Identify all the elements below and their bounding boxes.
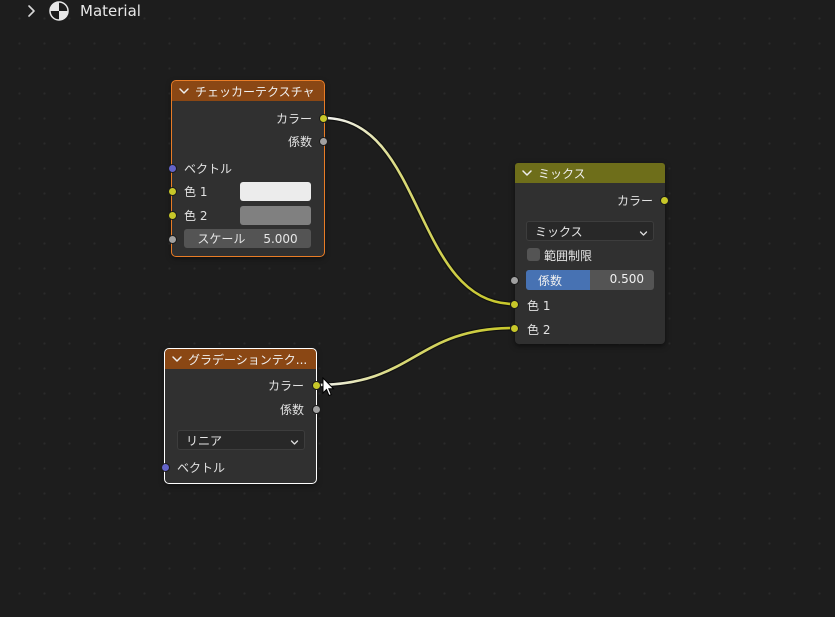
scale-label: スケール xyxy=(197,232,246,246)
input-color1-socket[interactable] xyxy=(168,187,177,196)
checker-texture-node[interactable]: チェッカーテクスチャ カラー 係数 ベクトル 色 1 色 2 スケール 5.00… xyxy=(168,80,328,257)
input-color2-socket[interactable] xyxy=(168,211,177,220)
output-fac-socket[interactable] xyxy=(312,405,321,414)
input-color2-row: 色 2 xyxy=(515,319,665,339)
input-color1-label: 色 1 xyxy=(527,298,551,313)
color2-swatch[interactable] xyxy=(240,206,311,225)
input-color2-label: 色 2 xyxy=(184,208,208,223)
output-color-label: カラー xyxy=(267,378,304,393)
output-fac-row: 係数 xyxy=(165,399,316,419)
scale-field[interactable]: スケール 5.000 xyxy=(184,229,311,248)
chevron-down-icon xyxy=(290,436,299,445)
mouse-cursor-icon xyxy=(322,377,335,397)
output-color-row: カラー xyxy=(165,375,316,395)
input-vector-row: ベクトル xyxy=(165,457,316,477)
node-header[interactable]: チェッカーテクスチャ xyxy=(172,81,324,101)
input-vector-label: ベクトル xyxy=(177,460,226,475)
input-color2-socket[interactable] xyxy=(510,324,519,333)
gradient-type-value: リニア xyxy=(186,433,223,448)
input-vector-label: ベクトル xyxy=(184,161,233,176)
input-vector-socket[interactable] xyxy=(161,463,170,472)
color1-swatch[interactable] xyxy=(240,182,311,201)
fac-label: 係数 xyxy=(538,274,563,288)
scale-value: 5.000 xyxy=(263,231,298,246)
node-header[interactable]: ミックス xyxy=(515,163,665,183)
node-title: チェッカーテクスチャ xyxy=(195,84,315,99)
output-color-socket[interactable] xyxy=(312,381,321,390)
fac-slider[interactable]: 係数 0.500 xyxy=(526,270,654,290)
chevron-down-icon[interactable] xyxy=(521,167,533,179)
output-fac-row: 係数 xyxy=(172,131,324,151)
clamp-label: 範囲制限 xyxy=(544,249,593,263)
output-fac-label: 係数 xyxy=(287,134,312,149)
output-fac-label: 係数 xyxy=(279,402,304,417)
node-header[interactable]: グラデーションテク... xyxy=(165,349,316,369)
node-title: グラデーションテク... xyxy=(188,352,308,367)
input-fac-socket[interactable] xyxy=(510,276,519,285)
link-gradient-to-mix-line xyxy=(315,326,515,387)
input-vector-row: ベクトル xyxy=(172,158,324,178)
input-color1-label: 色 1 xyxy=(184,184,208,199)
link-checker-to-mix-line xyxy=(323,116,515,306)
fac-value: 0.500 xyxy=(609,272,644,286)
chevron-down-icon[interactable] xyxy=(178,85,190,97)
output-color-socket[interactable] xyxy=(319,114,328,123)
output-fac-socket[interactable] xyxy=(319,137,328,146)
input-color1-row: 色 1 xyxy=(515,295,665,315)
gradient-type-select[interactable]: リニア xyxy=(177,430,305,450)
input-vector-socket[interactable] xyxy=(168,164,177,173)
node-title: ミックス xyxy=(538,166,586,181)
input-color1-socket[interactable] xyxy=(510,300,519,309)
output-color-label: カラー xyxy=(616,193,653,208)
input-scale-socket[interactable] xyxy=(168,235,177,244)
mix-node[interactable]: ミックス カラー ミックス 範囲制限 係数 0.500 色 1 色 2 xyxy=(510,163,669,344)
chevron-down-icon xyxy=(639,227,648,236)
clamp-checkbox[interactable] xyxy=(527,248,540,261)
output-color-socket[interactable] xyxy=(660,196,669,205)
output-color-row: カラー xyxy=(172,108,324,128)
output-color-label: カラー xyxy=(275,111,312,126)
node-links xyxy=(315,115,515,388)
chevron-down-icon[interactable] xyxy=(171,353,183,365)
blend-type-select[interactable]: ミックス xyxy=(526,221,654,241)
gradient-texture-node[interactable]: グラデーションテク... カラー 係数 リニア ベクトル xyxy=(161,348,321,484)
input-color2-label: 色 2 xyxy=(527,322,551,337)
blend-type-value: ミックス xyxy=(535,224,583,239)
output-color-row: カラー xyxy=(515,190,665,210)
